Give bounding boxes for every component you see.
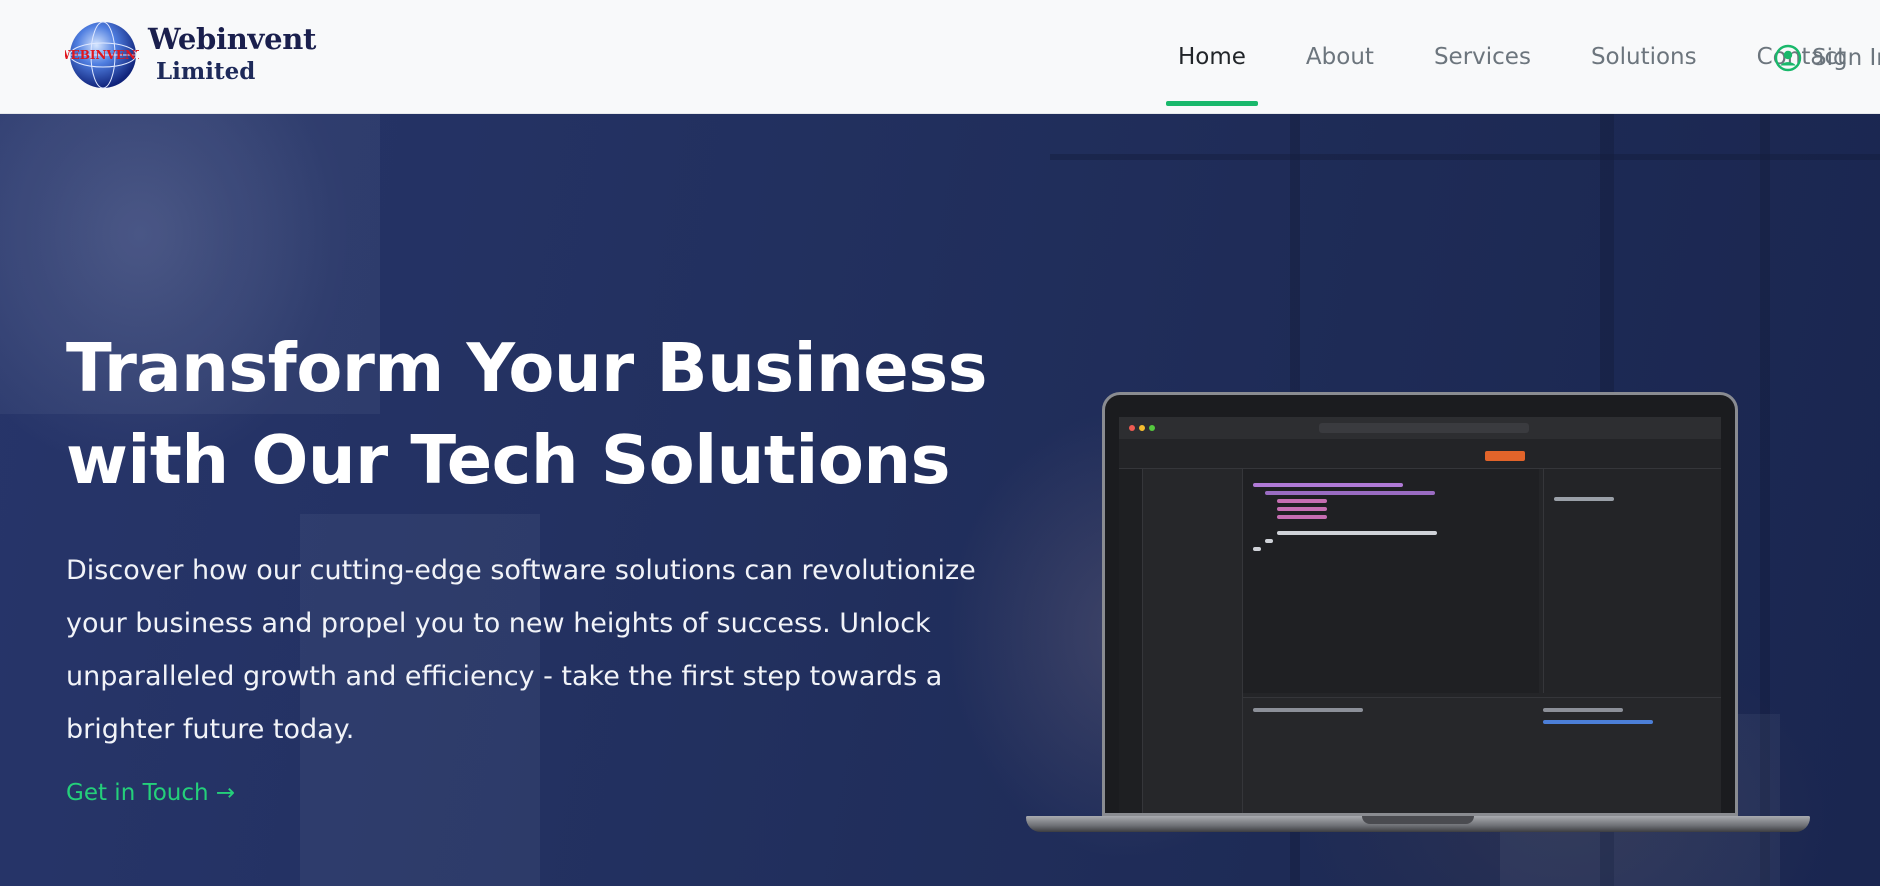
- nav-home[interactable]: Home: [1166, 36, 1258, 106]
- panel-line: [1543, 708, 1623, 712]
- window-maximize-dot: [1149, 425, 1155, 431]
- ide-file-tree: [1143, 469, 1243, 813]
- hero-title-line-1: Transform Your Business: [66, 329, 988, 407]
- brand-subtitle: Limited: [156, 58, 256, 85]
- code-line: [1265, 491, 1435, 495]
- hero-section: Transform Your Business with Our Tech So…: [0, 114, 1880, 886]
- code-editor-screenshot: [1119, 417, 1721, 813]
- ide-code-editor: [1243, 451, 1539, 693]
- code-line: [1277, 507, 1327, 511]
- nav-about[interactable]: About: [1294, 36, 1386, 78]
- navbar: WEBINVENT Webinvent Limited Home About S…: [0, 0, 1880, 114]
- brand-logo[interactable]: WEBINVENT Webinvent Limited: [63, 18, 316, 94]
- address-bar: [1319, 423, 1529, 433]
- sign-in-label: Sign In: [1812, 45, 1880, 71]
- panel-line: [1543, 720, 1653, 724]
- ide-sidebar: [1119, 469, 1143, 813]
- brand-name: Webinvent: [148, 22, 317, 56]
- nav-services[interactable]: Services: [1422, 36, 1543, 78]
- hero-description: Discover how our cutting-edge software s…: [66, 555, 976, 745]
- main-nav: Home About Services Solutions Contact: [1166, 0, 1880, 114]
- code-line: [1277, 499, 1327, 503]
- execute-button: [1485, 451, 1525, 461]
- panel-line: [1253, 708, 1363, 712]
- ide-header: [1119, 439, 1721, 469]
- laptop-notch: [1362, 816, 1474, 824]
- nav-solutions[interactable]: Solutions: [1579, 36, 1709, 78]
- code-line: [1265, 539, 1273, 543]
- window-minimize-dot: [1139, 425, 1145, 431]
- laptop-image: [1026, 392, 1810, 844]
- code-line: [1277, 515, 1327, 519]
- globe-logo-icon: WEBINVENT: [65, 21, 139, 89]
- window-close-dot: [1129, 425, 1135, 431]
- hero-title-line-2: with Our Tech Solutions: [66, 421, 950, 499]
- user-circle-icon: [1774, 44, 1802, 72]
- ide-arguments-panel: [1243, 697, 1721, 813]
- ide-output-panel: [1543, 469, 1721, 693]
- logo-wordmark: WEBINVENT: [65, 48, 139, 62]
- code-line: [1277, 531, 1437, 535]
- browser-toolbar: [1119, 417, 1721, 439]
- hero-title: Transform Your Business with Our Tech So…: [66, 322, 1006, 506]
- code-line: [1253, 547, 1261, 551]
- output-line: [1554, 497, 1614, 501]
- get-in-touch-link[interactable]: Get in Touch →: [66, 780, 235, 806]
- background-window-frame: [1050, 154, 1880, 160]
- laptop-screen-frame: [1102, 392, 1738, 816]
- sign-in-link[interactable]: Sign In: [1774, 44, 1880, 72]
- code-line: [1253, 483, 1403, 487]
